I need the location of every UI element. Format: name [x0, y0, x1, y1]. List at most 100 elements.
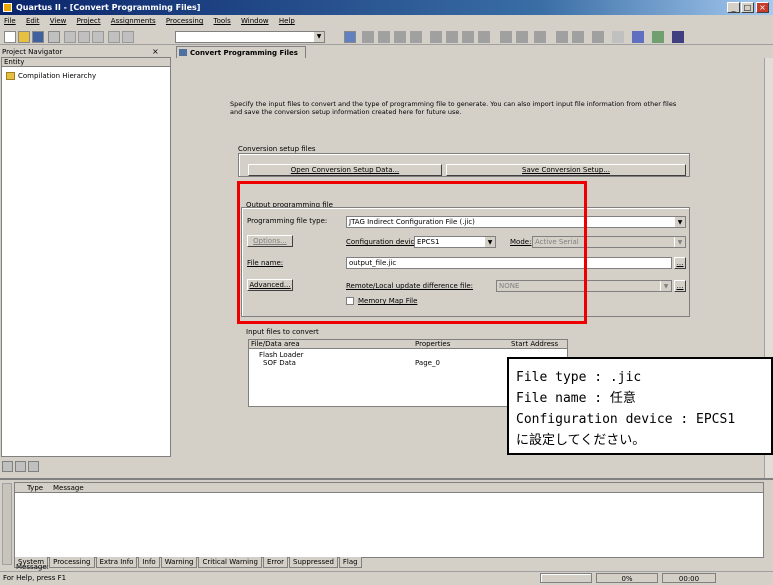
chevron-down-icon: ▼ — [674, 217, 685, 227]
instruction-note: File type : .jic File name : 任意 Configur… — [507, 357, 773, 455]
tab-extra-info[interactable]: Extra Info — [95, 557, 138, 568]
hierarchy-tab-icon[interactable] — [2, 461, 13, 472]
messages-header: Type Message — [15, 483, 763, 493]
assignment-editor-icon[interactable] — [410, 31, 422, 43]
menu-assignments[interactable]: Assignments — [107, 15, 160, 28]
programmer-icon[interactable] — [572, 31, 584, 43]
menu-file[interactable]: File — [0, 15, 20, 28]
copy-icon[interactable] — [78, 31, 90, 43]
settings-icon[interactable] — [344, 31, 356, 43]
note-line-3: Configuration device : EPCS1 — [516, 412, 736, 427]
navigator-header: Project Navigator × — [0, 47, 172, 57]
tab-error[interactable]: Error — [262, 557, 289, 568]
chevron-down-icon: ▼ — [674, 237, 685, 247]
timing-icon[interactable] — [500, 31, 512, 43]
fitter-icon[interactable] — [478, 31, 490, 43]
redo-icon[interactable] — [122, 31, 134, 43]
status-time: 00:00 — [662, 573, 716, 583]
pin-planner-icon[interactable] — [362, 31, 374, 43]
message-tabs: System Processing Extra Info Info Warning Cri… — [14, 557, 514, 568]
input-files-legend: Input files to convert — [246, 328, 319, 336]
menu-project[interactable]: Project — [73, 15, 105, 28]
messages-side-label — [2, 483, 12, 565]
tab-flag[interactable]: Flag — [338, 557, 362, 568]
note-line-1: File type : .jic — [516, 370, 642, 385]
splitter[interactable] — [0, 478, 773, 480]
col-type[interactable]: Type — [27, 483, 43, 493]
help-icon[interactable] — [672, 31, 684, 43]
highlight-box — [237, 181, 587, 324]
menubar: File Edit View Project Assignments Proce… — [0, 15, 773, 28]
project-combo[interactable]: ▼ — [175, 31, 325, 43]
note-line-2: File name : 任意 — [516, 391, 636, 406]
project-navigator-panel: Entity Compilation Hierarchy — [1, 57, 171, 457]
minimize-button[interactable]: _ — [727, 2, 740, 13]
undo-icon[interactable] — [108, 31, 120, 43]
tab-processing[interactable]: Processing — [49, 557, 95, 568]
save-icon[interactable] — [32, 31, 44, 43]
floorplan-icon[interactable] — [394, 31, 406, 43]
compilation-hierarchy-item[interactable]: Compilation Hierarchy — [18, 71, 96, 81]
menu-view[interactable]: View — [46, 15, 71, 28]
save-conversion-setup-button[interactable]: Save Conversion Setup... — [446, 164, 686, 176]
status-bar: For Help, press F1 0% 00:00 — [0, 571, 773, 584]
status-zoom: 0% — [596, 573, 658, 583]
simulator-icon[interactable] — [516, 31, 528, 43]
table-cell-properties: Page_0 — [415, 359, 440, 367]
tab-suppressed[interactable]: Suppressed — [289, 557, 338, 568]
tab-critical-warning[interactable]: Critical Warning — [198, 557, 262, 568]
paste-icon[interactable] — [92, 31, 104, 43]
intro-text: Specify the input files to convert and t… — [230, 100, 677, 116]
print-icon[interactable] — [48, 31, 60, 43]
open-folder-icon[interactable] — [18, 31, 30, 43]
hierarchy-icon — [6, 72, 15, 80]
messages-list: Type Message — [14, 482, 764, 558]
input-files-header: File/Data area Properties Start Address — [249, 340, 567, 349]
maximize-button[interactable]: □ — [741, 2, 754, 13]
files-tab-icon[interactable] — [15, 461, 26, 472]
document-tab-label: Convert Programming Files — [190, 49, 298, 57]
quartus-app-icon — [3, 3, 12, 12]
col-start-address[interactable]: Start Address — [511, 340, 558, 349]
tab-warning[interactable]: Warning — [160, 557, 198, 568]
menu-help[interactable]: Help — [275, 15, 299, 28]
stop-icon[interactable] — [430, 31, 442, 43]
col-file-data-area[interactable]: File/Data area — [251, 340, 300, 349]
chip-editor-icon[interactable] — [652, 31, 664, 43]
col-properties[interactable]: Properties — [415, 340, 450, 349]
new-file-icon[interactable] — [4, 31, 16, 43]
tab-info[interactable]: Info — [138, 557, 160, 568]
menu-processing[interactable]: Processing — [162, 15, 207, 28]
navigator-tabs — [2, 461, 42, 473]
navigator-close-icon[interactable]: × — [152, 47, 159, 56]
window-title: Quartus II - [Convert Programming Files] — [0, 0, 773, 15]
report-icon[interactable] — [556, 31, 568, 43]
browse-button[interactable]: … — [674, 257, 686, 269]
entity-column-header[interactable]: Entity — [2, 58, 170, 67]
remote-browse-button[interactable]: … — [674, 280, 686, 292]
status-help-text: For Help, press F1 — [3, 574, 67, 582]
menu-edit[interactable]: Edit — [22, 15, 44, 28]
open-conversion-setup-button[interactable]: Open Conversion Setup Data... — [248, 164, 442, 176]
table-row[interactable]: Flash Loader — [259, 351, 304, 359]
synthesis-icon[interactable] — [462, 31, 474, 43]
rtl-viewer-icon[interactable] — [534, 31, 546, 43]
signaltap-icon[interactable] — [592, 31, 604, 43]
design-units-tab-icon[interactable] — [28, 461, 39, 472]
col-message[interactable]: Message — [53, 483, 84, 493]
analysis-icon[interactable] — [446, 31, 458, 43]
note-line-4: に設定してください。 — [516, 433, 646, 448]
convert-file-icon — [179, 49, 187, 56]
menu-window[interactable]: Window — [237, 15, 273, 28]
status-progress — [540, 573, 592, 583]
table-row[interactable]: SOF Data — [263, 359, 296, 367]
close-button[interactable]: × — [756, 2, 769, 13]
chip-planner-icon[interactable] — [378, 31, 390, 43]
cut-icon[interactable] — [64, 31, 76, 43]
chevron-down-icon: ▼ — [660, 281, 671, 291]
navigator-title: Project Navigator — [2, 48, 63, 56]
menu-tools[interactable]: Tools — [210, 15, 235, 28]
megawizard-icon[interactable] — [632, 31, 644, 43]
document-tab[interactable]: Convert Programming Files — [176, 46, 306, 58]
compile-icon[interactable] — [612, 31, 624, 43]
